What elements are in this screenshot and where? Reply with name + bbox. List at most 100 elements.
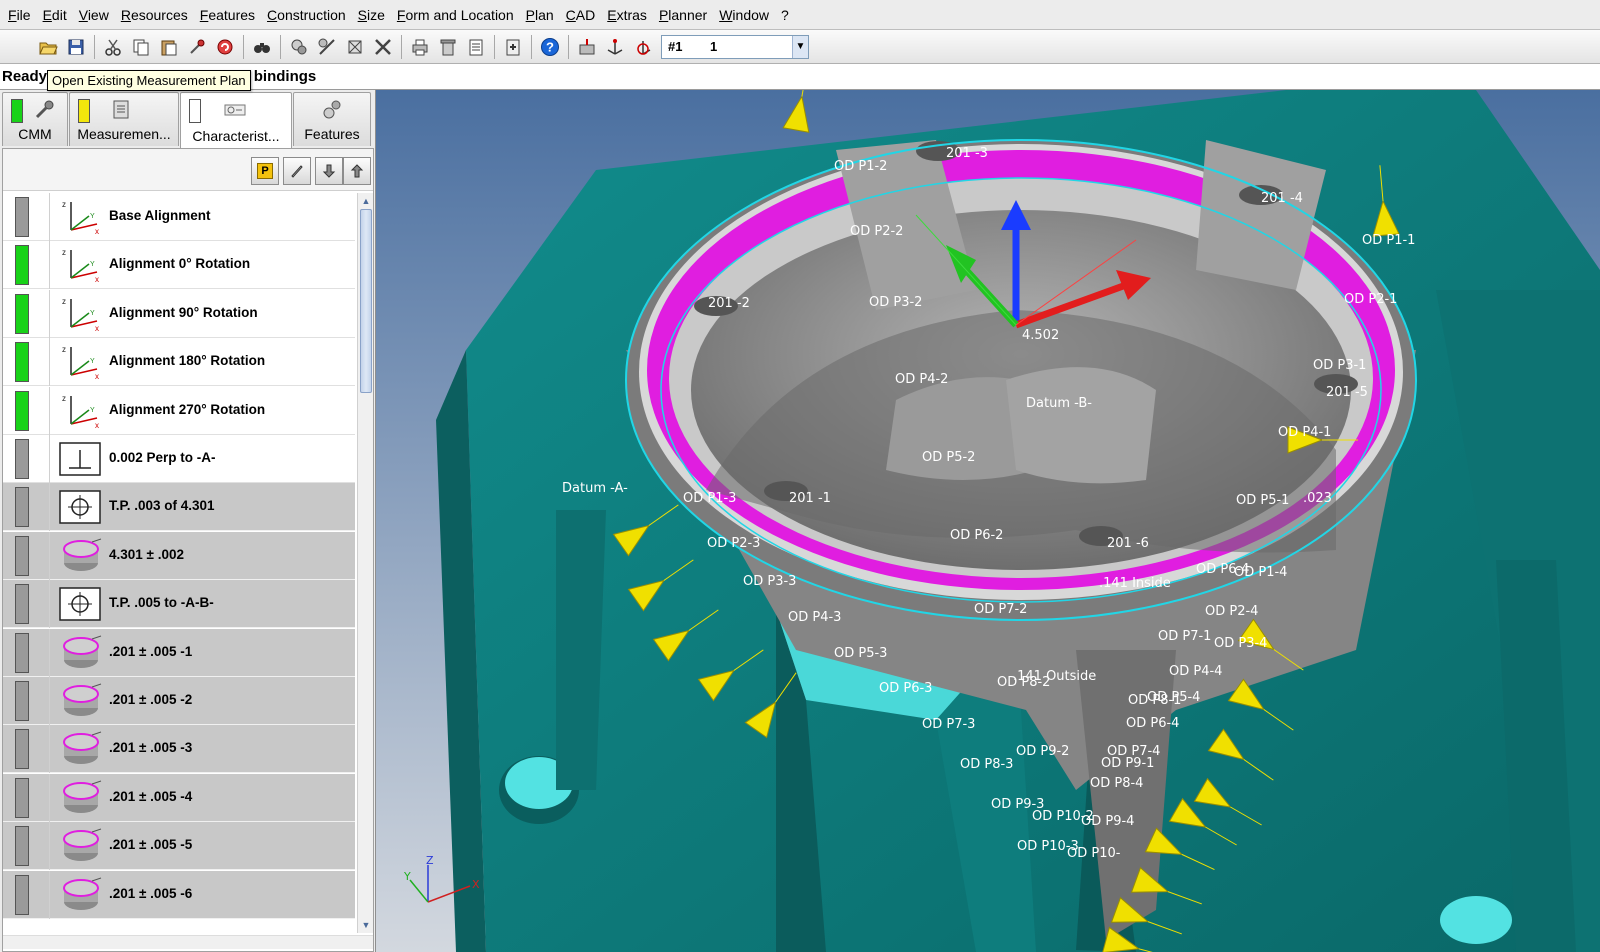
cad-scene[interactable]: OD P1-2 201 -3 201 -4 OD P1-1 OD P2-2 201 -2 O… [376,90,1600,952]
arrow-up-icon[interactable] [343,157,371,185]
pencil-icon[interactable] [283,157,311,185]
feature-label[interactable]: OD P5-1 [1236,493,1289,508]
feature-label[interactable]: OD P3-4 [1214,636,1267,651]
feature-label[interactable]: OD P8-2 [997,675,1050,690]
feature-icon[interactable] [286,34,312,60]
save-icon[interactable] [63,34,89,60]
list-item[interactable]: T.P. .003 of 4.301 [3,483,355,532]
menu-planner[interactable]: Planner [653,0,713,30]
list-item[interactable]: 4.301 ± .002 [3,531,355,580]
feature-label[interactable]: 201 -4 [1261,191,1303,206]
feature-label[interactable]: OD P4-1 [1278,425,1331,440]
feature-label[interactable]: OD P3-2 [869,295,922,310]
feature-label[interactable]: OD P8-3 [960,757,1013,772]
paste-icon[interactable] [156,34,182,60]
cmm-icon[interactable] [574,34,600,60]
axis-icon[interactable] [602,34,628,60]
feature-label[interactable]: OD P1-1 [1362,233,1415,248]
tab-characteristics[interactable]: Characterist... [180,92,292,148]
menu-form-and-location[interactable]: Form and Location [391,0,520,30]
feature-label[interactable]: OD P2-4 [1205,604,1258,619]
find-icon[interactable] [249,34,275,60]
feature-label[interactable]: OD P4-2 [895,372,948,387]
feature-label[interactable]: OD P2-1 [1344,292,1397,307]
feature-label[interactable]: OD P5-4 [1147,690,1200,705]
menu-view[interactable]: View [73,0,115,30]
delete-icon[interactable] [435,34,461,60]
feature-label[interactable]: .141 Inside [1099,576,1171,591]
list-icon[interactable] [463,34,489,60]
menu-construction[interactable]: Construction [261,0,352,30]
feature-label[interactable]: 4.502 [1022,328,1059,343]
scroll-up-icon[interactable]: ▲ [358,193,374,209]
feature-label[interactable]: 201 -3 [946,146,988,161]
feature-label[interactable]: OD P7-3 [922,717,975,732]
list-item[interactable]: .201 ± .005 -2 [3,677,355,725]
tab-features[interactable]: Features [293,92,371,146]
settings-icon[interactable] [370,34,396,60]
list-item[interactable]: .201 ± .005 -1 [3,628,355,677]
list-item[interactable]: z Yx Alignment 270° Rotation [3,386,355,435]
list-item[interactable]: 0.002 Perp to -A- [3,435,355,483]
measure-icon[interactable] [314,34,340,60]
feature-label[interactable]: OD P1-4 [1234,565,1287,580]
print-icon[interactable] [407,34,433,60]
feature-label[interactable]: OD P6-2 [950,528,1003,543]
rotate-icon[interactable] [630,34,656,60]
menu-file[interactable]: File [2,0,37,30]
menu-size[interactable]: Size [352,0,391,30]
list-item[interactable]: z Yx Alignment 180° Rotation [3,338,355,387]
undo-icon[interactable] [212,34,238,60]
cut-icon[interactable] [100,34,126,60]
feature-label[interactable]: OD P6-4 [1126,716,1179,731]
scroll-down-icon[interactable]: ▼ [358,917,374,933]
list-item[interactable]: z Yx Base Alignment [3,193,355,241]
menu-resources[interactable]: Resources [115,0,194,30]
feature-label[interactable]: OD P5-3 [834,646,887,661]
construct-icon[interactable] [342,34,368,60]
feature-label[interactable]: OD P4-4 [1169,664,1222,679]
feature-label[interactable]: OD P1-2 [834,159,887,174]
open-icon[interactable] [35,34,61,60]
feature-label[interactable]: OD P9-2 [1016,744,1069,759]
feature-label[interactable]: 201 -1 [789,491,831,506]
feature-label[interactable]: Datum -A- [562,481,628,496]
feature-label[interactable]: Datum -B- [1026,396,1092,411]
list-item[interactable]: .201 ± .005 -6 [3,870,355,919]
list-item[interactable]: T.P. .005 to -A-B- [3,580,355,629]
export-icon[interactable] [500,34,526,60]
help-icon[interactable]: ? [537,34,563,60]
tab-cmm[interactable]: CMM [2,92,68,146]
vertical-scrollbar[interactable]: ▲ ▼ [357,193,373,933]
chevron-down-icon[interactable]: ▼ [792,35,808,58]
feature-label[interactable]: 201 -6 [1107,536,1149,551]
feature-label[interactable]: OD P9-1 [1101,756,1154,771]
feature-label[interactable]: 201 -2 [708,296,750,311]
list-item[interactable]: .201 ± .005 -4 [3,773,355,822]
feature-label[interactable]: OD P3-3 [743,574,796,589]
list-item[interactable]: .201 ± .005 -5 [3,822,355,871]
menu-features[interactable]: Features [194,0,261,30]
feature-label[interactable]: OD P7-1 [1158,629,1211,644]
list-item[interactable]: .201 ± .005 -3 [3,725,355,774]
feature-label[interactable]: OD P6-3 [879,681,932,696]
feature-label[interactable]: OD P7-2 [974,602,1027,617]
feature-label[interactable]: OD P1-3 [683,491,736,506]
menu-extras[interactable]: Extras [601,0,653,30]
cad-viewport[interactable]: OD P1-2 201 -3 201 -4 OD P1-1 OD P2-2 201 -2 O… [376,90,1600,952]
scroll-thumb[interactable] [360,209,372,393]
list-item[interactable]: z Yx Alignment 0° Rotation [3,241,355,290]
menu-cad[interactable]: CAD [560,0,602,30]
arrow-down-icon[interactable] [315,157,343,185]
menu-edit[interactable]: Edit [37,0,73,30]
feature-label[interactable]: .023 [1303,491,1332,506]
tab-measurement[interactable]: Measuremen... [69,92,179,146]
menu-window[interactable]: Window [713,0,775,30]
menu-help[interactable]: ? [775,0,795,30]
feature-label[interactable]: OD P4-3 [788,610,841,625]
feature-label[interactable]: OD P2-2 [850,224,903,239]
probe-icon[interactable] [184,34,210,60]
feature-label[interactable]: OD P8-4 [1090,776,1143,791]
feature-label[interactable]: OD P5-2 [922,450,975,465]
horizontal-scrollbar[interactable] [3,935,373,949]
